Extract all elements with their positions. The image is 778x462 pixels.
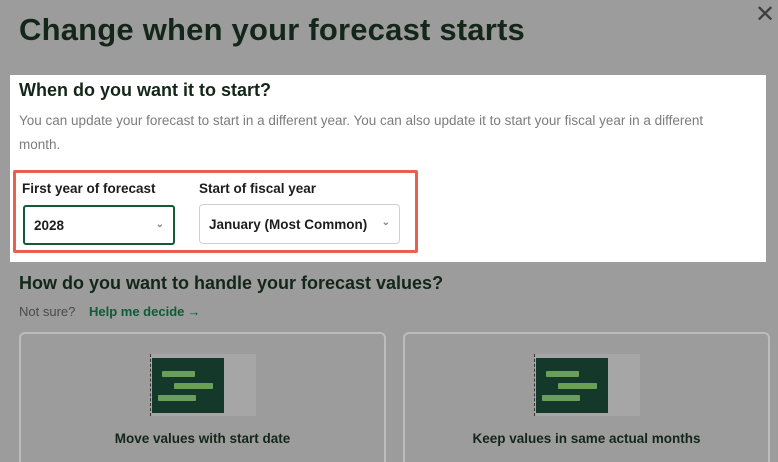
option-label-move-values: Move values with start date (114, 431, 291, 446)
help-link-label: Help me decide (89, 304, 185, 319)
option-label-keep-values: Keep values in same actual months (472, 431, 701, 446)
keep-values-illustration-icon (534, 354, 640, 416)
help-me-decide-link[interactable]: Help me decide → (89, 304, 200, 319)
modal-title: Change when your forecast starts (19, 12, 525, 47)
fiscal-start-value: January (Most Common) (209, 216, 368, 232)
highlight-callout: First year of forecast 2028 ⌄ Start of f… (13, 170, 418, 253)
first-year-label: First year of forecast (22, 181, 156, 196)
values-section-heading: How do you want to handle your forecast … (19, 273, 444, 293)
first-year-value: 2028 (34, 217, 65, 233)
start-section-description: You can update your forecast to start in… (19, 113, 704, 152)
chevron-down-icon: ⌄ (381, 217, 390, 228)
close-button[interactable]: ✕ (752, 2, 778, 28)
start-section-heading: When do you want it to start? (19, 80, 271, 100)
not-sure-text: Not sure? (19, 304, 76, 319)
option-card-move-values[interactable]: Move values with start date (19, 332, 386, 462)
forecast-start-modal: Change when your forecast starts ✕ When … (0, 0, 778, 462)
fiscal-start-select[interactable]: January (Most Common) ⌄ (199, 204, 400, 244)
start-section: When do you want it to start? You can up… (10, 75, 766, 262)
close-icon: ✕ (754, 1, 776, 28)
chevron-down-icon: ⌄ (155, 219, 164, 230)
move-values-illustration-icon (150, 354, 256, 416)
first-year-select[interactable]: 2028 ⌄ (23, 205, 175, 245)
arrow-right-icon: → (187, 304, 201, 319)
option-card-keep-values[interactable]: Keep values in same actual months (403, 332, 770, 462)
fiscal-start-label: Start of fiscal year (199, 181, 317, 196)
